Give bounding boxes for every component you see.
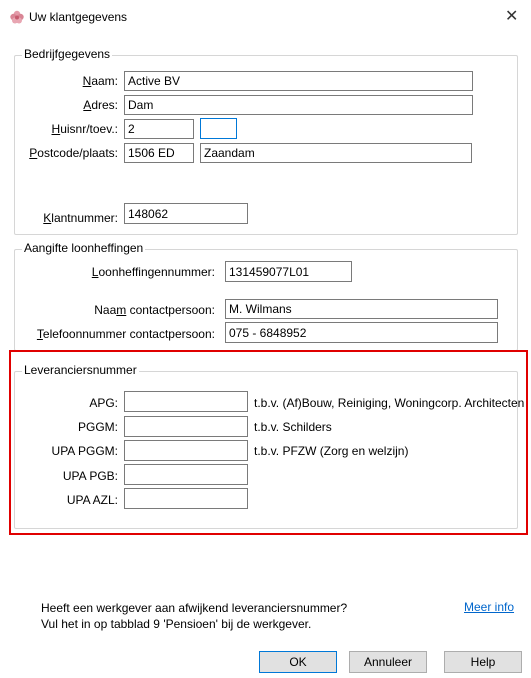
loonheffingennummer-field[interactable] <box>225 261 352 282</box>
huisnr-label: Huisnr/toev.: <box>51 122 118 136</box>
annuleer-button[interactable]: Annuleer <box>349 651 427 673</box>
telefoonnummer-field[interactable] <box>225 322 498 343</box>
telefoonnummer-label: Telefoonnummer contactpersoon: <box>36 327 215 341</box>
contactpersoon-field[interactable] <box>225 299 498 319</box>
naam-label: Naam: <box>82 74 118 88</box>
klantnummer-field[interactable] <box>124 203 248 224</box>
postcode-label: Postcode/plaats: <box>29 146 118 160</box>
huisnr-field[interactable] <box>124 119 194 139</box>
naam-field[interactable] <box>124 71 473 91</box>
title-bar: Uw klantgegevens ✕ <box>0 0 531 38</box>
ok-button[interactable]: OK <box>259 651 337 673</box>
loon-legend: Aangifte loonheffingen <box>22 241 146 255</box>
klantnummer-label: Klantnummer: <box>43 211 118 225</box>
postcode-field[interactable] <box>124 143 194 163</box>
help-button[interactable]: Help <box>444 651 522 673</box>
meer-info-link[interactable]: Meer info <box>464 600 514 614</box>
plaats-field[interactable] <box>200 143 472 163</box>
toevoeging-field[interactable] <box>200 118 237 139</box>
info-line-1: Heeft een werkgever aan afwijkend levera… <box>41 601 348 615</box>
adres-label: Adres: <box>83 98 118 112</box>
info-line-2: Vul het in op tabblad 9 'Pensioen' bij d… <box>41 617 312 631</box>
adres-field[interactable] <box>124 95 473 115</box>
flower-icon <box>10 10 24 24</box>
window-title: Uw klantgegevens <box>29 10 128 24</box>
highlight-box <box>9 350 528 535</box>
close-icon[interactable]: ✕ <box>505 6 518 26</box>
bedrijf-legend: Bedrijfgegevens <box>22 47 113 61</box>
loonheffingennummer-label: Loonheffingennummer: <box>91 265 215 279</box>
contactpersoon-label: Naam contactpersoon: <box>94 303 215 317</box>
